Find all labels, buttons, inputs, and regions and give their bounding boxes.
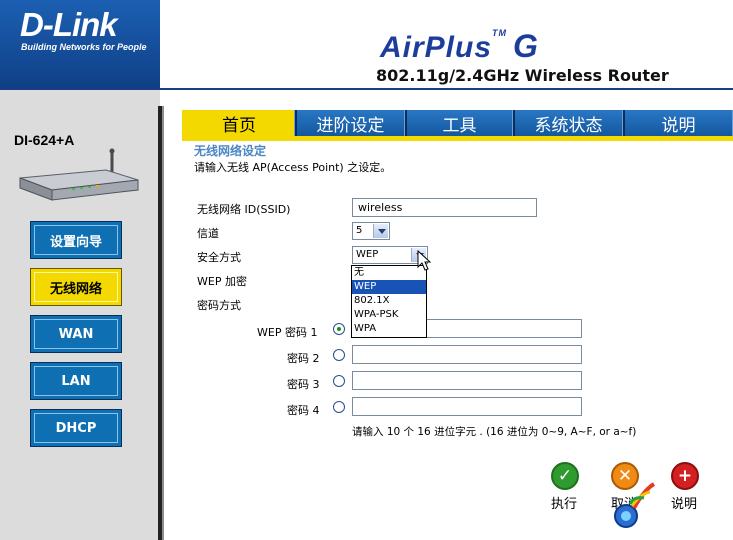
product-model-line: 802.11g/2.4GHz Wireless Router <box>376 66 669 85</box>
trademark: TM <box>492 28 508 38</box>
ssid-label: 无线网络 ID(SSID) <box>197 203 291 216</box>
wep-encrypt-label: WEP 加密 <box>197 275 247 288</box>
tab-status[interactable]: 系统状态 <box>513 110 623 136</box>
tab-label: 首页 <box>222 115 256 136</box>
dropdown-option-wpa[interactable]: WPA <box>352 322 426 336</box>
apply-label[interactable]: 执行 <box>551 493 577 512</box>
product-series: AirPlus <box>380 31 493 64</box>
key-mode-label: 密码方式 <box>197 299 241 312</box>
channel-select[interactable]: 5 <box>352 222 390 240</box>
dropdown-option-wep[interactable]: WEP <box>352 280 426 294</box>
channel-value: 5 <box>356 225 363 236</box>
dropdown-option-none[interactable]: 无 <box>352 266 426 280</box>
product-letter: G <box>513 28 539 64</box>
sidebar-item-label: 无线网络 <box>49 281 102 297</box>
wep-key-2-input[interactable] <box>352 345 582 364</box>
tab-label: 系统状态 <box>534 115 603 136</box>
wep-key-1-radio[interactable] <box>333 323 345 335</box>
header: D-Link Building Networks for People AirP… <box>0 0 733 90</box>
sidebar-item-wan[interactable]: WAN <box>30 315 122 353</box>
sidebar-item-wireless[interactable]: 无线网络 <box>30 268 122 306</box>
sidebar-item-setup-wizard[interactable]: 设置向导 <box>30 221 122 259</box>
tab-label: 工具 <box>442 115 477 136</box>
wep-key-3-radio[interactable] <box>333 375 345 387</box>
wep-key-2-label: 密码 2 <box>287 352 320 365</box>
security-label: 安全方式 <box>197 251 241 264</box>
wep-key-4-label: 密码 4 <box>287 404 320 417</box>
wep-key-3-label: 密码 3 <box>287 378 320 391</box>
wep-key-4-radio[interactable] <box>333 401 345 413</box>
dlink-logo: D-Link Building Networks for People <box>0 0 160 90</box>
tab-tools[interactable]: 工具 <box>405 110 513 136</box>
section-title: 无线网络设定 <box>194 144 267 158</box>
help-icon[interactable]: + <box>671 462 699 490</box>
section-description: 请输入无线 AP(Access Point) 之设定。 <box>194 161 392 174</box>
sidebar-divider-shadow <box>162 106 164 540</box>
channel-label: 信道 <box>197 227 219 240</box>
sidebar-item-lan[interactable]: LAN <box>30 362 122 400</box>
decorative-cursor-icon <box>614 482 656 528</box>
ssid-input[interactable] <box>352 198 537 217</box>
sidebar-item-label: DHCP <box>55 420 97 436</box>
tab-label: 说明 <box>661 115 696 136</box>
router-image <box>19 148 139 201</box>
security-value: WEP <box>356 249 379 260</box>
sidebar-item-label: WAN <box>58 326 94 342</box>
sidebar-item-dhcp[interactable]: DHCP <box>30 409 122 447</box>
wep-key-1-label: WEP 密码 1 <box>257 326 318 339</box>
security-dropdown-list: 无 WEP 802.1X WPA-PSK WPA <box>351 265 427 338</box>
wep-key-4-input[interactable] <box>352 397 582 416</box>
dropdown-option-8021x[interactable]: 802.1X <box>352 294 426 308</box>
device-model-label: DI-624+A <box>14 132 75 148</box>
apply-icon[interactable]: ✓ <box>551 462 579 490</box>
tab-help[interactable]: 说明 <box>623 110 733 136</box>
airplus-logo: AirPlusTM G <box>380 28 539 65</box>
tab-home[interactable]: 首页 <box>182 110 295 136</box>
brand-tagline: Building Networks for People <box>21 42 147 52</box>
tab-advanced[interactable]: 进阶设定 <box>295 110 405 136</box>
sidebar-item-label: 设置向导 <box>49 234 102 250</box>
brand-name: D-Link <box>20 6 118 43</box>
tab-label: 进阶设定 <box>316 115 385 136</box>
dropdown-option-wpa-psk[interactable]: WPA-PSK <box>352 308 426 322</box>
sidebar-item-label: LAN <box>61 373 91 389</box>
mouse-pointer-icon <box>417 250 432 271</box>
help-label[interactable]: 说明 <box>671 493 697 512</box>
wep-key-3-input[interactable] <box>352 371 582 390</box>
key-format-hint: 请输入 10 个 16 进位字元 . (16 进位为 0~9, A~F, or … <box>352 426 637 438</box>
chevron-down-icon[interactable] <box>373 224 388 238</box>
wep-key-2-radio[interactable] <box>333 349 345 361</box>
